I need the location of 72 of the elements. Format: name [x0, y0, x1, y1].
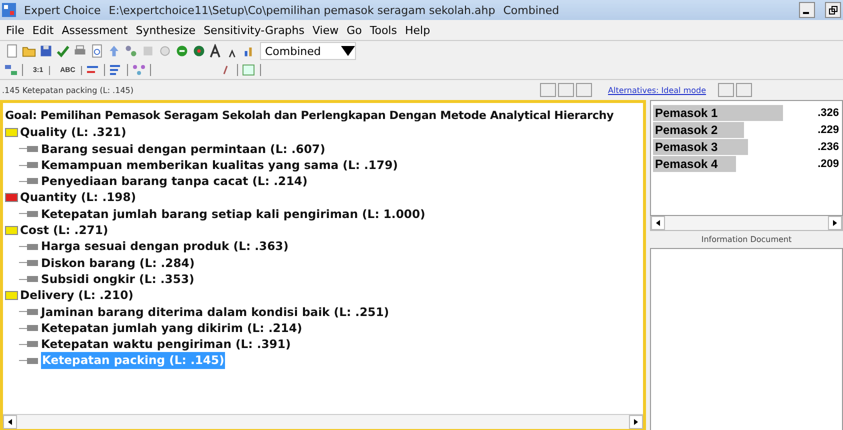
node-marker: [27, 210, 38, 217]
node-marker: [27, 308, 38, 315]
node-marker: [27, 341, 38, 348]
priority-value: .236: [818, 141, 840, 153]
folder-icon[interactable]: [22, 44, 36, 58]
node-marker: [27, 146, 38, 152]
subcriterion-node[interactable]: Ketepatan jumlah yang dikirim (L: .214): [41, 320, 302, 336]
alternative-name: Pemasok 2: [654, 123, 718, 137]
scroll-left-icon[interactable]: [651, 216, 665, 230]
node-marker: [27, 178, 38, 184]
menu-item[interactable]: Edit: [32, 24, 54, 36]
scroll-left-icon[interactable]: [3, 415, 17, 429]
table-icon[interactable]: [242, 64, 262, 76]
priority-value: .229: [818, 124, 840, 136]
bars-icon[interactable]: [86, 64, 106, 76]
goal-node[interactable]: Goal: Pemilihan Pemasok Seragam Sekolah dan Perlengkapan Dengan Metode Analytical Hierarchy: [5, 108, 614, 124]
menu-item[interactable]: Tools: [370, 24, 397, 36]
alternative-name: Pemasok 1: [654, 106, 718, 120]
scroll-right-icon[interactable]: [629, 415, 643, 429]
subcriterion-node[interactable]: Diskon barang (L: .284): [41, 254, 195, 271]
node-marker: [27, 162, 38, 168]
subcriterion-node[interactable]: Harga sesuai dengan produk (L: .363): [41, 238, 289, 255]
nodes-icon[interactable]: [124, 44, 138, 58]
document-icon[interactable]: [5, 44, 19, 58]
criterion-node[interactable]: Quantity (L: .198): [20, 189, 136, 206]
criterion-node[interactable]: Cost (L: .271): [20, 222, 108, 238]
node-marker: [27, 244, 38, 250]
criterion-node[interactable]: Quality (L: .321): [20, 124, 126, 141]
alternative-name: Pemasok 4: [654, 157, 718, 171]
menu-item[interactable]: Assessment: [62, 24, 128, 36]
menu-item[interactable]: View: [312, 24, 339, 36]
info-title: Information Document: [700, 234, 793, 246]
font-larger-icon[interactable]: [209, 44, 223, 58]
tree-view-icon[interactable]: [4, 64, 23, 76]
minimize-button[interactable]: [799, 2, 815, 18]
menu-item[interactable]: File: [6, 24, 24, 36]
floppy-icon[interactable]: [39, 44, 53, 58]
scroll-right-icon[interactable]: [828, 216, 842, 230]
node-marker: [27, 358, 38, 364]
menu-item[interactable]: Sensitivity-Graphs: [204, 24, 304, 36]
network-icon[interactable]: [132, 64, 152, 76]
list-icon[interactable]: [109, 64, 128, 76]
subcriterion-node[interactable]: Subsidi ongkir (L: .353): [41, 270, 194, 288]
checkmark-icon[interactable]: [56, 44, 70, 58]
file-path: E:\expertchoice11\Setup\Co\pemilihan pemasok seragam sekolah.ahp: [108, 4, 496, 16]
priority-value: .326: [818, 107, 840, 119]
priority-value: .209: [818, 158, 840, 170]
status-text: .145 Ketepatan packing (L: .145): [1, 86, 134, 94]
alternatives-link[interactable]: Alternatives: Ideal mode: [608, 86, 718, 94]
alternative-name: Pemasok 3: [654, 140, 718, 154]
caret-icon: [341, 44, 355, 58]
menu-item[interactable]: Help: [404, 24, 430, 36]
subcriterion-node[interactable]: Kemampuan memberikan kualitas yang sama (L: .179): [41, 156, 398, 174]
subcriterion-node[interactable]: Penyediaan barang tanpa cacat (L: .214): [41, 173, 308, 190]
app-icon: [2, 3, 16, 17]
criterion-node[interactable]: Delivery (L: .210): [20, 287, 134, 304]
restore-icon: [828, 6, 838, 14]
mode-dropdown[interactable]: Combined: [260, 42, 356, 60]
menu-item[interactable]: Go: [346, 24, 362, 36]
window-mode: Combined: [503, 4, 560, 16]
subcriterion-node[interactable]: Ketepatan jumlah barang setiap kali pengiriman (L: 1.000): [41, 206, 426, 222]
window-title: Expert Choice: [24, 4, 101, 16]
subcriterion-node[interactable]: Jaminan barang diterima dalam kondisi baik (L: .251): [41, 304, 390, 320]
node-marker: [27, 276, 38, 282]
subcriterion-node[interactable]: Ketepatan waktu pengiriman (L: .391): [41, 336, 291, 352]
restore-button[interactable]: [825, 2, 841, 18]
subcriterion-node[interactable]: Barang sesuai dengan permintaan (L: .607): [41, 140, 326, 157]
preview-icon[interactable]: [90, 44, 104, 58]
node-marker: [27, 325, 38, 331]
node-marker: [27, 260, 38, 266]
arrow-up-icon[interactable]: [107, 44, 121, 58]
menu-item[interactable]: Synthesize: [136, 24, 196, 36]
